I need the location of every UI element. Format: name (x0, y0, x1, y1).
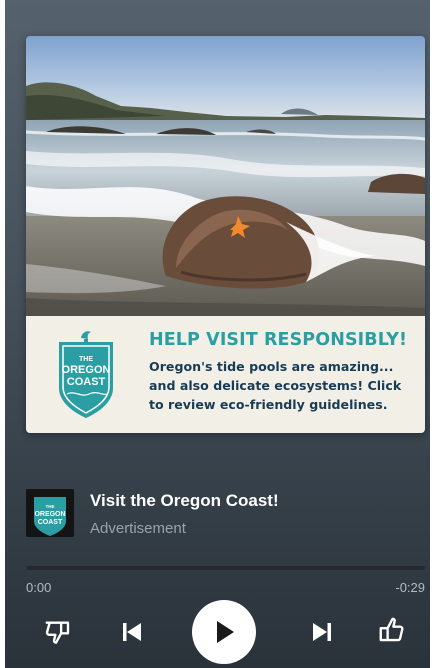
play-icon (217, 621, 234, 643)
logo-text-line1: THE (79, 356, 93, 363)
now-playing-info: THE OREGON COAST Visit the Oregon Coast!… (26, 489, 425, 539)
player-screen: THE OREGON COAST HELP VISIT RESPONSIBLY!… (5, 0, 430, 668)
artwork-text-line3: COAST (38, 519, 63, 526)
thumbs-up-icon (379, 617, 404, 642)
logo-text-line2: OREGON (62, 364, 111, 376)
thumbs-up-button[interactable] (375, 613, 409, 647)
artwork-text-line1: THE (46, 504, 55, 509)
previous-button[interactable] (117, 617, 147, 647)
track-subtitle: Advertisement (90, 520, 186, 537)
tide-pool-photo (26, 36, 425, 316)
progress-bar[interactable] (26, 566, 425, 570)
skip-previous-icon (123, 623, 141, 641)
thumbs-down-button[interactable] (41, 615, 75, 649)
oregon-coast-logo: THE OREGON COAST (59, 331, 113, 418)
thumbs-down-icon (45, 621, 70, 644)
ad-banner[interactable]: THE OREGON COAST HELP VISIT RESPONSIBLY!… (26, 316, 425, 433)
track-title[interactable]: Visit the Oregon Coast! (90, 491, 279, 511)
ad-card[interactable]: THE OREGON COAST HELP VISIT RESPONSIBLY!… (26, 36, 425, 433)
play-button[interactable] (192, 600, 256, 664)
artwork-text-line2: OREGON (34, 511, 65, 518)
skip-next-icon (313, 623, 331, 641)
remaining-time: -0:29 (395, 580, 425, 595)
ad-headline: HELP VISIT RESPONSIBLY! (149, 330, 408, 350)
logo-text-line3: COAST (67, 376, 106, 388)
elapsed-time: 0:00 (26, 580, 52, 595)
track-artwork[interactable]: THE OREGON COAST (26, 489, 74, 537)
ad-body-text: Oregon's tide pools are amazing... and a… (149, 359, 402, 412)
next-button[interactable] (307, 617, 337, 647)
